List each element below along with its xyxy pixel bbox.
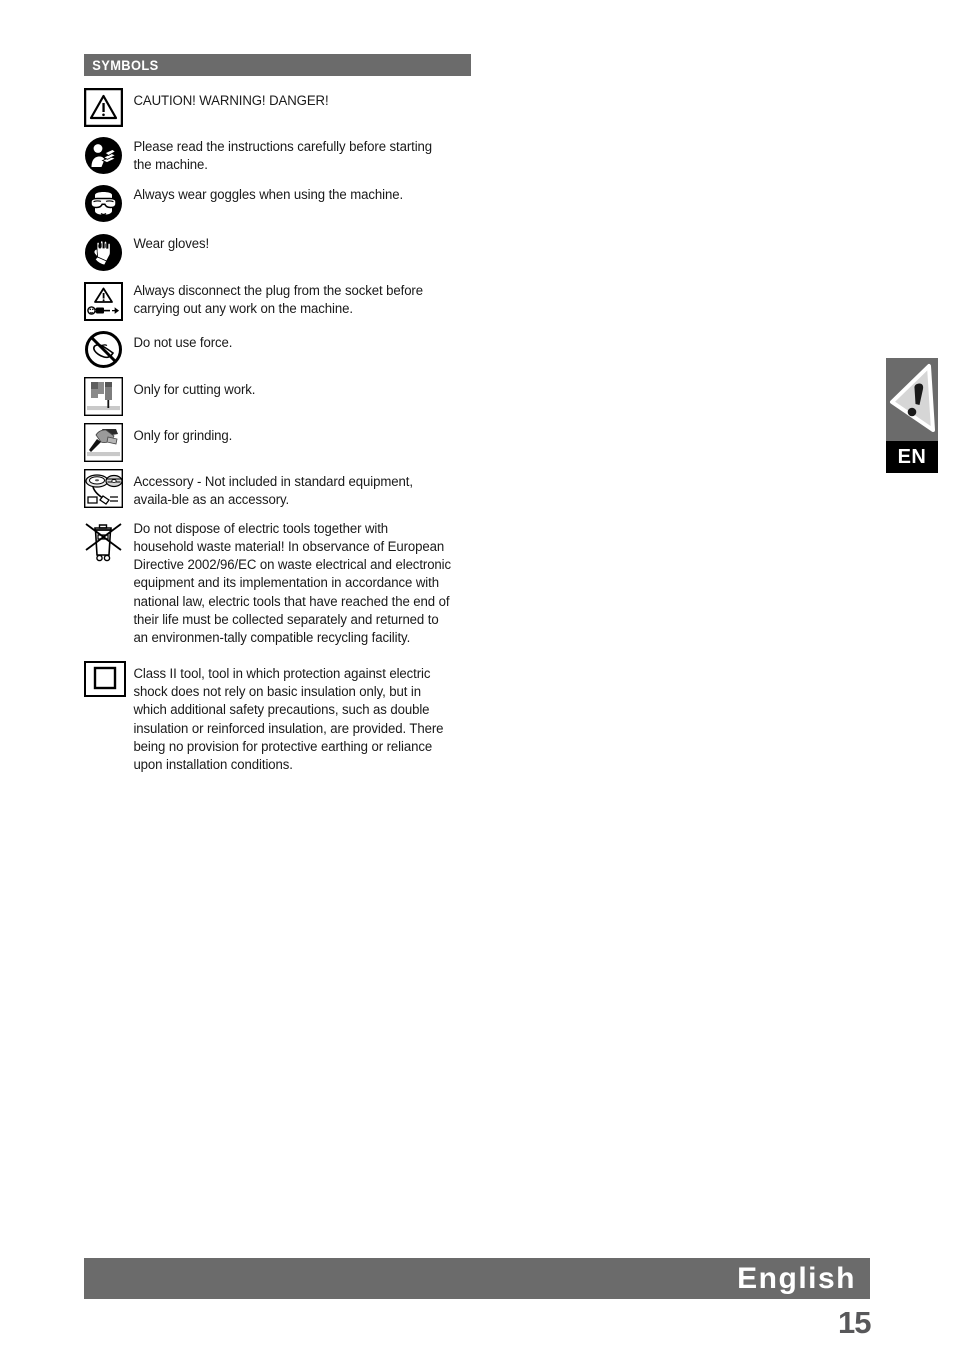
page-number: 15 bbox=[837, 1304, 873, 1341]
warning-triangle-icon bbox=[890, 364, 935, 432]
symbol-icon-cell bbox=[84, 330, 126, 369]
accessory-discs-icon bbox=[84, 469, 123, 508]
list-item-text: Do not use force. bbox=[133, 335, 233, 351]
list-item-text: Accessory - Not included in standard equ… bbox=[133, 474, 413, 509]
list-item-text: Always wear goggles when using the machi… bbox=[133, 187, 404, 203]
class-ii-double-square-icon bbox=[84, 660, 126, 697]
symbol-icon-cell bbox=[84, 377, 126, 416]
list-item: Always wear goggles when using the machi… bbox=[84, 184, 476, 223]
list-item: Do not dispose of electric tools togethe… bbox=[84, 520, 476, 648]
list-item: Only for cutting work. bbox=[84, 377, 476, 416]
list-item: Please read the instructions carefully b… bbox=[84, 136, 476, 175]
symbol-icon-cell bbox=[84, 184, 126, 223]
list-item-text: CAUTION! WARNING! DANGER! bbox=[133, 93, 329, 109]
symbols-list: CAUTION! WARNING! DANGER! Please read th… bbox=[84, 88, 476, 779]
list-item-text: Always disconnect the plug from the sock… bbox=[133, 283, 423, 318]
wear-goggles-icon bbox=[85, 185, 122, 222]
warning-triangle-boxed-icon bbox=[84, 88, 123, 127]
symbols-section-header: SYMBOLS bbox=[84, 54, 471, 76]
list-item-text: Wear gloves! bbox=[133, 236, 210, 252]
list-item: Class II tool, tool in which protection … bbox=[84, 660, 476, 775]
symbol-icon-cell bbox=[84, 469, 126, 508]
grinding-icon bbox=[84, 423, 123, 462]
footer-language-bar: English bbox=[84, 1258, 870, 1299]
do-not-use-force-icon bbox=[85, 331, 122, 368]
language-tab-graphic bbox=[886, 358, 938, 441]
language-code-label: EN bbox=[886, 441, 938, 473]
wear-gloves-icon bbox=[85, 234, 122, 271]
list-item: Wear gloves! bbox=[84, 233, 476, 272]
list-item: Do not use force. bbox=[84, 330, 476, 369]
list-item-text: Do not dispose of electric tools togethe… bbox=[133, 520, 452, 647]
list-item-text: Please read the instructions carefully b… bbox=[133, 139, 433, 174]
footer-language-title: English bbox=[737, 1261, 856, 1295]
list-item: CAUTION! WARNING! DANGER! bbox=[84, 88, 476, 127]
read-instructions-icon bbox=[85, 137, 122, 174]
weee-crossed-bin-icon bbox=[85, 522, 122, 561]
language-index-tab: EN bbox=[886, 358, 938, 473]
list-item: Always disconnect the plug from the sock… bbox=[84, 282, 476, 321]
symbol-icon-cell bbox=[84, 282, 126, 321]
list-item: Accessory - Not included in standard equ… bbox=[84, 469, 476, 510]
list-item-text: Only for grinding. bbox=[133, 428, 233, 444]
cutting-work-icon bbox=[84, 377, 123, 416]
disconnect-plug-icon bbox=[84, 282, 123, 321]
section-header-label: SYMBOLS bbox=[92, 57, 159, 73]
list-item-text: Only for cutting work. bbox=[133, 382, 256, 398]
list-item: Only for grinding. bbox=[84, 423, 476, 462]
list-item-text: Class II tool, tool in which protection … bbox=[133, 665, 444, 774]
symbol-icon-cell bbox=[84, 233, 126, 272]
symbol-icon-cell bbox=[84, 136, 126, 175]
symbol-icon-cell bbox=[84, 520, 126, 566]
symbol-icon-cell bbox=[84, 88, 126, 127]
symbol-icon-cell bbox=[84, 423, 126, 462]
symbol-icon-cell bbox=[84, 660, 126, 697]
